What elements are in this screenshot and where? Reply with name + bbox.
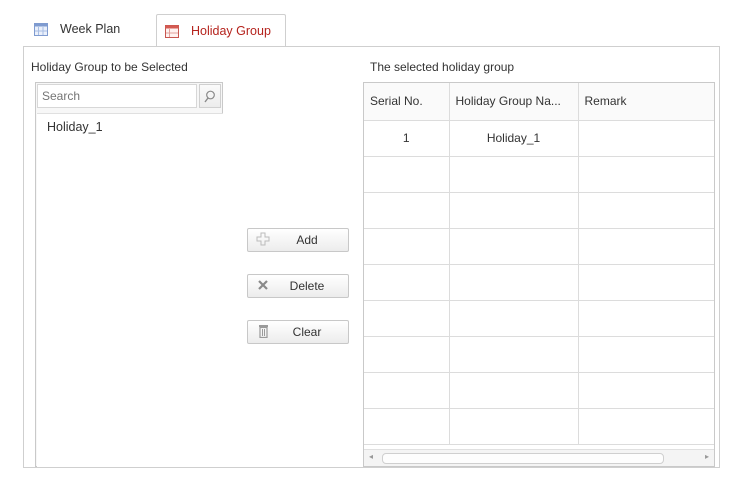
scroll-right-icon[interactable]: ▸ bbox=[705, 452, 709, 461]
tab-week-plan-label: Week Plan bbox=[60, 22, 121, 36]
cell-serial: 1 bbox=[364, 120, 450, 157]
tab-week-plan[interactable]: Week Plan bbox=[26, 14, 130, 44]
holiday-group-panel: Holiday Group to be Selected The selecte… bbox=[23, 46, 720, 468]
tab-holiday-group-label: Holiday Group bbox=[191, 24, 271, 38]
right-panel-title: The selected holiday group bbox=[370, 60, 515, 74]
left-panel-title: Holiday Group to be Selected bbox=[31, 60, 188, 74]
clear-button[interactable]: Clear bbox=[247, 320, 349, 344]
column-header-remark[interactable]: Remark bbox=[578, 83, 714, 121]
scroll-left-icon[interactable]: ◂ bbox=[369, 452, 373, 461]
cell-name: Holiday_1 bbox=[449, 120, 579, 157]
add-icon bbox=[252, 232, 274, 249]
table-row-empty bbox=[364, 300, 714, 337]
table-row-empty bbox=[364, 156, 714, 193]
horizontal-scrollbar[interactable]: ◂ ▸ bbox=[364, 449, 714, 466]
table-row-empty bbox=[364, 408, 714, 445]
table-row-empty bbox=[364, 264, 714, 301]
calendar-icon bbox=[34, 22, 48, 36]
available-groups-list: Holiday_1 bbox=[37, 113, 223, 467]
delete-button-label: Delete bbox=[289, 279, 325, 293]
add-button-label: Add bbox=[296, 233, 318, 247]
available-groups-box: Holiday_1 bbox=[35, 82, 223, 467]
search-button[interactable] bbox=[199, 84, 221, 108]
table-row-empty bbox=[364, 336, 714, 373]
table-row-empty bbox=[364, 228, 714, 265]
tab-holiday-group[interactable]: Holiday Group bbox=[156, 14, 286, 47]
search-input[interactable] bbox=[42, 86, 192, 106]
table-row[interactable]: 1 Holiday_1 bbox=[364, 120, 714, 157]
column-header-serial[interactable]: Serial No. bbox=[364, 83, 450, 121]
delete-button[interactable]: Delete bbox=[247, 274, 349, 298]
column-header-name[interactable]: Holiday Group Na... bbox=[449, 83, 579, 121]
add-button[interactable]: Add bbox=[247, 228, 349, 252]
table-row-empty bbox=[364, 192, 714, 229]
table-row-empty bbox=[364, 372, 714, 409]
selected-groups-table: Serial No. Holiday Group Na... Remark 1 … bbox=[363, 82, 715, 467]
cell-remark bbox=[578, 120, 714, 157]
trash-icon bbox=[252, 324, 274, 341]
delete-icon bbox=[252, 279, 274, 294]
table-header-row: Serial No. Holiday Group Na... Remark bbox=[364, 83, 714, 121]
search-field bbox=[37, 84, 197, 108]
clear-button-label: Clear bbox=[292, 325, 322, 339]
scrollbar-thumb[interactable] bbox=[382, 453, 664, 464]
holiday-calendar-icon bbox=[165, 24, 179, 38]
search-icon bbox=[204, 90, 215, 102]
list-item[interactable]: Holiday_1 bbox=[37, 114, 223, 140]
